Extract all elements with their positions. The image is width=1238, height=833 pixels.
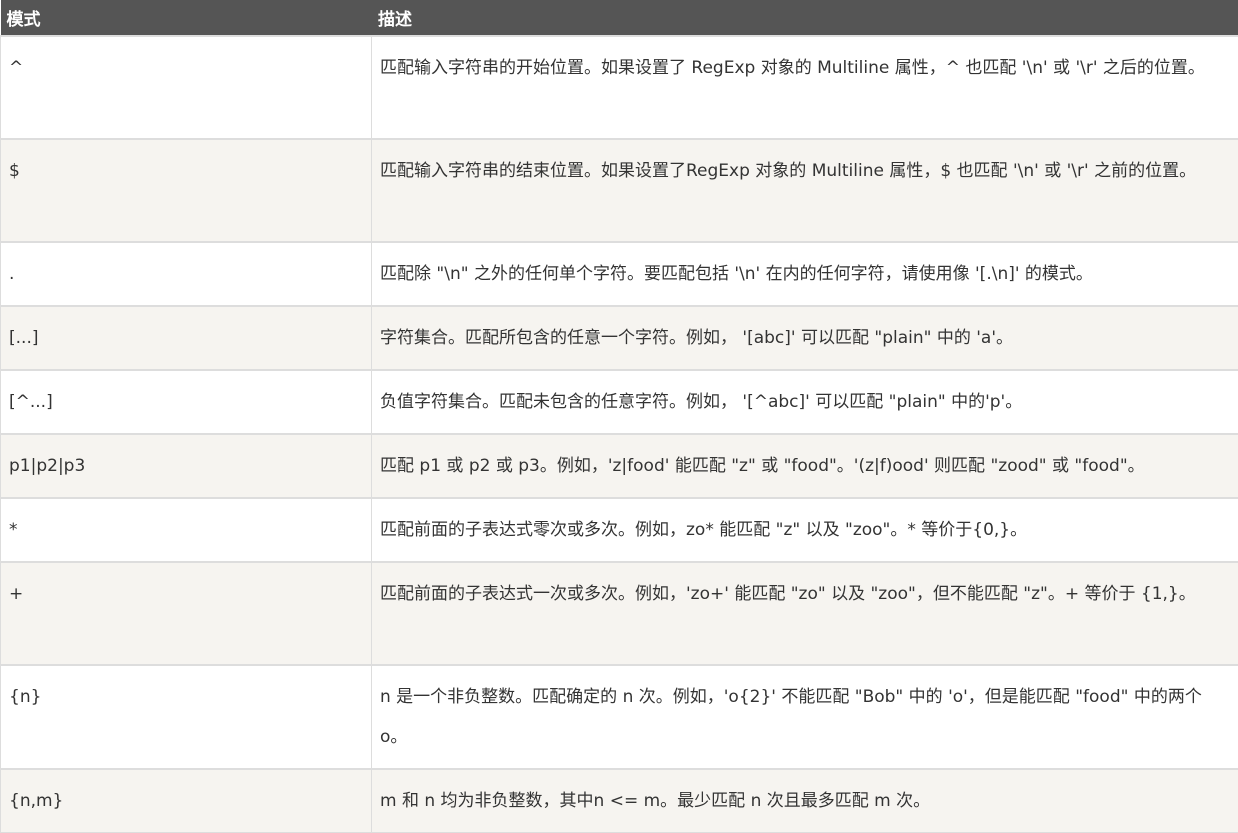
table-row: ^ 匹配输入字符串的开始位置。如果设置了 RegExp 对象的 Multilin… (0, 35, 1238, 139)
description-cell: 匹配前面的子表达式零次或多次。例如，zo* 能匹配 "z" 以及 "zoo"。*… (371, 497, 1238, 562)
header-description: 描述 (371, 0, 1238, 36)
pattern-cell: {n,m} (0, 768, 372, 833)
table-row: [...] 字符集合。匹配所包含的任意一个字符。例如， '[abc]' 可以匹配… (0, 305, 1238, 370)
pattern-cell: * (0, 497, 372, 562)
regex-pattern-table: 模式 描述 ^ 匹配输入字符串的开始位置。如果设置了 RegExp 对象的 Mu… (0, 0, 1238, 833)
description-cell: 字符集合。匹配所包含的任意一个字符。例如， '[abc]' 可以匹配 "plai… (371, 305, 1238, 370)
table-row: {n,m} m 和 n 均为非负整数，其中n <= m。最少匹配 n 次且最多匹… (0, 768, 1238, 833)
pattern-cell: {n} (0, 664, 372, 769)
table-header: 模式 描述 (0, 0, 1238, 36)
description-cell: n 是一个非负整数。匹配确定的 n 次。例如，'o{2}' 不能匹配 "Bob"… (371, 664, 1238, 769)
description-cell: 匹配除 "\n" 之外的任何单个字符。要匹配包括 '\n' 在内的任何字符，请使… (371, 241, 1238, 306)
pattern-cell: [...] (0, 305, 372, 370)
table-row: {n} n 是一个非负整数。匹配确定的 n 次。例如，'o{2}' 不能匹配 "… (0, 664, 1238, 769)
table-body: ^ 匹配输入字符串的开始位置。如果设置了 RegExp 对象的 Multilin… (0, 35, 1238, 833)
pattern-cell: [^...] (0, 369, 372, 434)
description-cell: 匹配输入字符串的结束位置。如果设置了RegExp 对象的 Multiline 属… (371, 138, 1238, 242)
description-cell: m 和 n 均为非负整数，其中n <= m。最少匹配 n 次且最多匹配 m 次。 (371, 768, 1238, 833)
pattern-cell: . (0, 241, 372, 306)
table-row: * 匹配前面的子表达式零次或多次。例如，zo* 能匹配 "z" 以及 "zoo"… (0, 497, 1238, 562)
header-row: 模式 描述 (0, 0, 1238, 36)
table-row: . 匹配除 "\n" 之外的任何单个字符。要匹配包括 '\n' 在内的任何字符，… (0, 241, 1238, 306)
description-cell: 匹配前面的子表达式一次或多次。例如，'zo+' 能匹配 "zo" 以及 "zoo… (371, 561, 1238, 665)
table-row: [^...] 负值字符集合。匹配未包含的任意字符。例如， '[^abc]' 可以… (0, 369, 1238, 434)
pattern-cell: + (0, 561, 372, 665)
pattern-cell: ^ (0, 35, 372, 139)
description-cell: 匹配 p1 或 p2 或 p3。例如，'z|food' 能匹配 "z" 或 "f… (371, 433, 1238, 498)
pattern-cell: p1|p2|p3 (0, 433, 372, 498)
description-cell: 匹配输入字符串的开始位置。如果设置了 RegExp 对象的 Multiline … (371, 35, 1238, 139)
header-pattern: 模式 (0, 0, 372, 36)
pattern-cell: $ (0, 138, 372, 242)
table-row: + 匹配前面的子表达式一次或多次。例如，'zo+' 能匹配 "zo" 以及 "z… (0, 561, 1238, 665)
table-row: p1|p2|p3 匹配 p1 或 p2 或 p3。例如，'z|food' 能匹配… (0, 433, 1238, 498)
description-cell: 负值字符集合。匹配未包含的任意字符。例如， '[^abc]' 可以匹配 "pla… (371, 369, 1238, 434)
table-row: $ 匹配输入字符串的结束位置。如果设置了RegExp 对象的 Multiline… (0, 138, 1238, 242)
